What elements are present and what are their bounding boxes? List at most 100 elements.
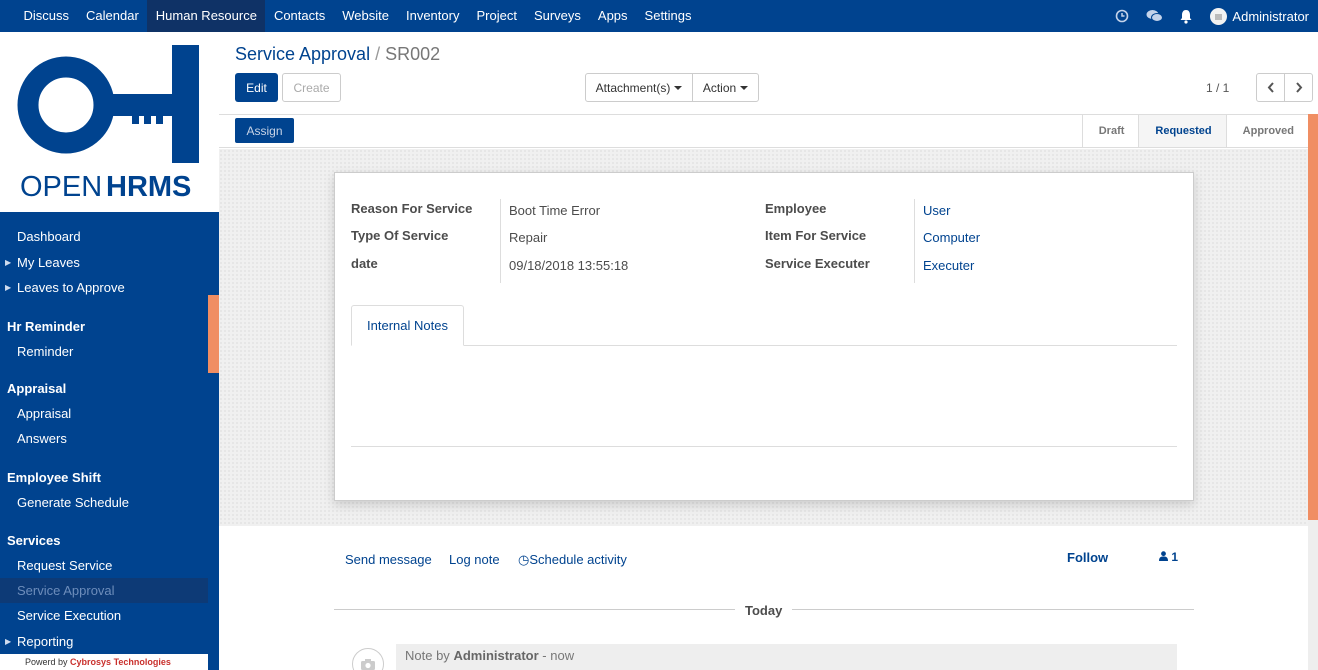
followers-button[interactable]: 1 bbox=[1159, 550, 1178, 564]
sidebar-item-generate-schedule[interactable]: Generate Schedule bbox=[0, 490, 208, 515]
sidebar-section-hr-reminder: Hr Reminder bbox=[7, 319, 86, 334]
main-scrollbar-thumb[interactable] bbox=[1308, 114, 1318, 520]
main-scrollbar-track[interactable] bbox=[1308, 520, 1318, 670]
breadcrumb-parent[interactable]: Service Approval bbox=[235, 44, 370, 64]
action-label: Action bbox=[702, 80, 737, 95]
sidebar-item-service-execution[interactable]: Service Execution bbox=[0, 603, 208, 628]
schedule-activity-button[interactable]: ◷Schedule activity bbox=[518, 552, 627, 568]
status-bar: Assign Draft Requested Approved bbox=[219, 114, 1308, 148]
sidebar-item-appraisal[interactable]: Appraisal bbox=[0, 401, 208, 426]
label-reason-for-service: Reason For Service bbox=[351, 201, 473, 216]
pager-value[interactable]: 1 / 1 bbox=[1206, 81, 1229, 95]
menu-surveys[interactable]: Surveys bbox=[525, 0, 589, 32]
avatar bbox=[1210, 7, 1228, 25]
sidebar: OPEN HRMS Leaves Dashboard ▶ My Leaves ▶ L… bbox=[0, 32, 219, 670]
stage-requested[interactable]: Requested bbox=[1138, 115, 1226, 147]
menu-settings[interactable]: Settings bbox=[636, 0, 700, 32]
note-prefix: Note by bbox=[405, 648, 450, 663]
tab-internal-notes[interactable]: Internal Notes bbox=[351, 305, 464, 346]
menu-project[interactable]: Project bbox=[468, 0, 525, 32]
systray: Administrator bbox=[1106, 0, 1309, 32]
pager-next-button[interactable] bbox=[1284, 73, 1313, 102]
breadcrumb-current: SR002 bbox=[385, 44, 441, 64]
caret-right-icon: ▶ bbox=[5, 258, 12, 267]
menu-inventory[interactable]: Inventory bbox=[397, 0, 467, 32]
message-note: Note by Administrator - now bbox=[396, 644, 1177, 670]
stage-draft[interactable]: Draft bbox=[1081, 115, 1139, 147]
stage-approved[interactable]: Approved bbox=[1225, 115, 1308, 147]
link-service-executer[interactable]: Executer bbox=[923, 258, 974, 273]
menu-contacts[interactable]: Contacts bbox=[265, 0, 333, 32]
menu-apps[interactable]: Apps bbox=[589, 0, 636, 32]
date-divider-left bbox=[334, 609, 735, 610]
sidebar-item-reporting[interactable]: ▶ Reporting bbox=[0, 629, 208, 654]
logo: OPEN HRMS bbox=[0, 32, 219, 212]
label-item-for-service: Item For Service bbox=[765, 228, 867, 243]
bell-icon[interactable] bbox=[1170, 0, 1202, 32]
menu-discuss[interactable]: Discuss bbox=[15, 0, 78, 32]
sidebar-item-my-leaves[interactable]: ▶ My Leaves bbox=[0, 250, 208, 275]
sidebar-section-appraisal: Appraisal bbox=[7, 381, 67, 396]
send-message-button[interactable]: Send message bbox=[345, 552, 432, 567]
field-divider bbox=[914, 199, 915, 283]
app-menu: Discuss Calendar Human Resource Contacts… bbox=[0, 0, 700, 32]
followers-count: 1 bbox=[1171, 550, 1179, 564]
attachments-dropdown[interactable]: Attachment(s) bbox=[585, 73, 693, 102]
menu-website[interactable]: Website bbox=[334, 0, 398, 32]
link-employee[interactable]: User bbox=[923, 203, 950, 218]
user-name: Administrator bbox=[1232, 8, 1309, 24]
value-reason-for-service: Boot Time Error bbox=[509, 203, 601, 218]
main-content: Service Approval / SR002 Edit Create Att… bbox=[219, 32, 1318, 670]
user-menu[interactable]: Administrator bbox=[1202, 7, 1309, 25]
pager-previous-button[interactable] bbox=[1256, 73, 1285, 102]
menu-human-resource[interactable]: Human Resource bbox=[147, 0, 266, 32]
caret-down-icon bbox=[740, 85, 749, 90]
label-service-executer: Service Executer bbox=[765, 256, 870, 271]
tab-divider bbox=[351, 345, 1177, 346]
chevron-right-icon bbox=[1295, 82, 1302, 93]
action-dropdown[interactable]: Action bbox=[692, 73, 759, 102]
sidebar-item-answers[interactable]: Answers bbox=[0, 426, 208, 451]
stage-pipeline: Draft Requested Approved bbox=[1081, 115, 1308, 147]
attachments-label: Attachment(s) bbox=[595, 80, 671, 95]
sidebar-item-service-approval[interactable]: Service Approval bbox=[0, 578, 208, 603]
sidebar-item-dashboard[interactable]: Dashboard bbox=[0, 224, 208, 249]
create-button[interactable]: Create bbox=[282, 73, 341, 102]
sidebar-item-request-service[interactable]: Request Service bbox=[0, 553, 208, 578]
powered-by-prefix: Powerd by bbox=[25, 657, 68, 667]
schedule-activity-label: Schedule activity bbox=[529, 552, 627, 567]
user-icon bbox=[1159, 551, 1168, 561]
assign-button[interactable]: Assign bbox=[235, 118, 294, 143]
chevron-left-icon bbox=[1267, 82, 1274, 93]
log-note-button[interactable]: Log note bbox=[449, 552, 500, 567]
follow-button[interactable]: Follow bbox=[1067, 550, 1108, 565]
sidebar-item-reminder[interactable]: Reminder bbox=[0, 339, 208, 364]
edit-button[interactable]: Edit bbox=[235, 73, 278, 102]
clock-icon[interactable] bbox=[1106, 0, 1138, 32]
note-time: - now bbox=[542, 648, 575, 663]
svg-text:HRMS: HRMS bbox=[106, 171, 191, 203]
menu-calendar[interactable]: Calendar bbox=[78, 0, 148, 32]
value-type-of-service: Repair bbox=[509, 230, 548, 245]
label-date: date bbox=[351, 256, 378, 271]
value-date: 09/18/2018 13:55:18 bbox=[509, 258, 629, 273]
sidebar-item-leaves-to-approve[interactable]: ▶ Leaves to Approve bbox=[0, 275, 208, 300]
chat-icon[interactable] bbox=[1138, 0, 1170, 32]
date-separator: Today bbox=[745, 603, 783, 618]
message-avatar bbox=[352, 648, 384, 670]
caret-down-icon bbox=[674, 85, 683, 90]
breadcrumb-separator: / bbox=[375, 44, 381, 64]
sidebar-scrollbar-thumb[interactable] bbox=[208, 295, 219, 373]
note-author[interactable]: Administrator bbox=[453, 648, 538, 663]
top-navbar: Discuss Calendar Human Resource Contacts… bbox=[0, 0, 1318, 32]
sidebar-section-employee-shift: Employee Shift bbox=[7, 470, 101, 485]
notes-divider bbox=[351, 446, 1177, 447]
date-divider-right bbox=[792, 609, 1194, 610]
sidebar-menu: Leaves Dashboard ▶ My Leaves ▶ Leaves to A… bbox=[0, 197, 208, 654]
link-item-for-service[interactable]: Computer bbox=[923, 230, 980, 245]
caret-right-icon: ▶ bbox=[5, 637, 12, 646]
powered-by: Powerd by Cybrosys Technologies bbox=[0, 654, 208, 670]
caret-right-icon: ▶ bbox=[5, 283, 12, 292]
sidebar-scrollbar[interactable] bbox=[208, 212, 219, 670]
powered-by-brand[interactable]: Cybrosys Technologies bbox=[70, 657, 171, 667]
